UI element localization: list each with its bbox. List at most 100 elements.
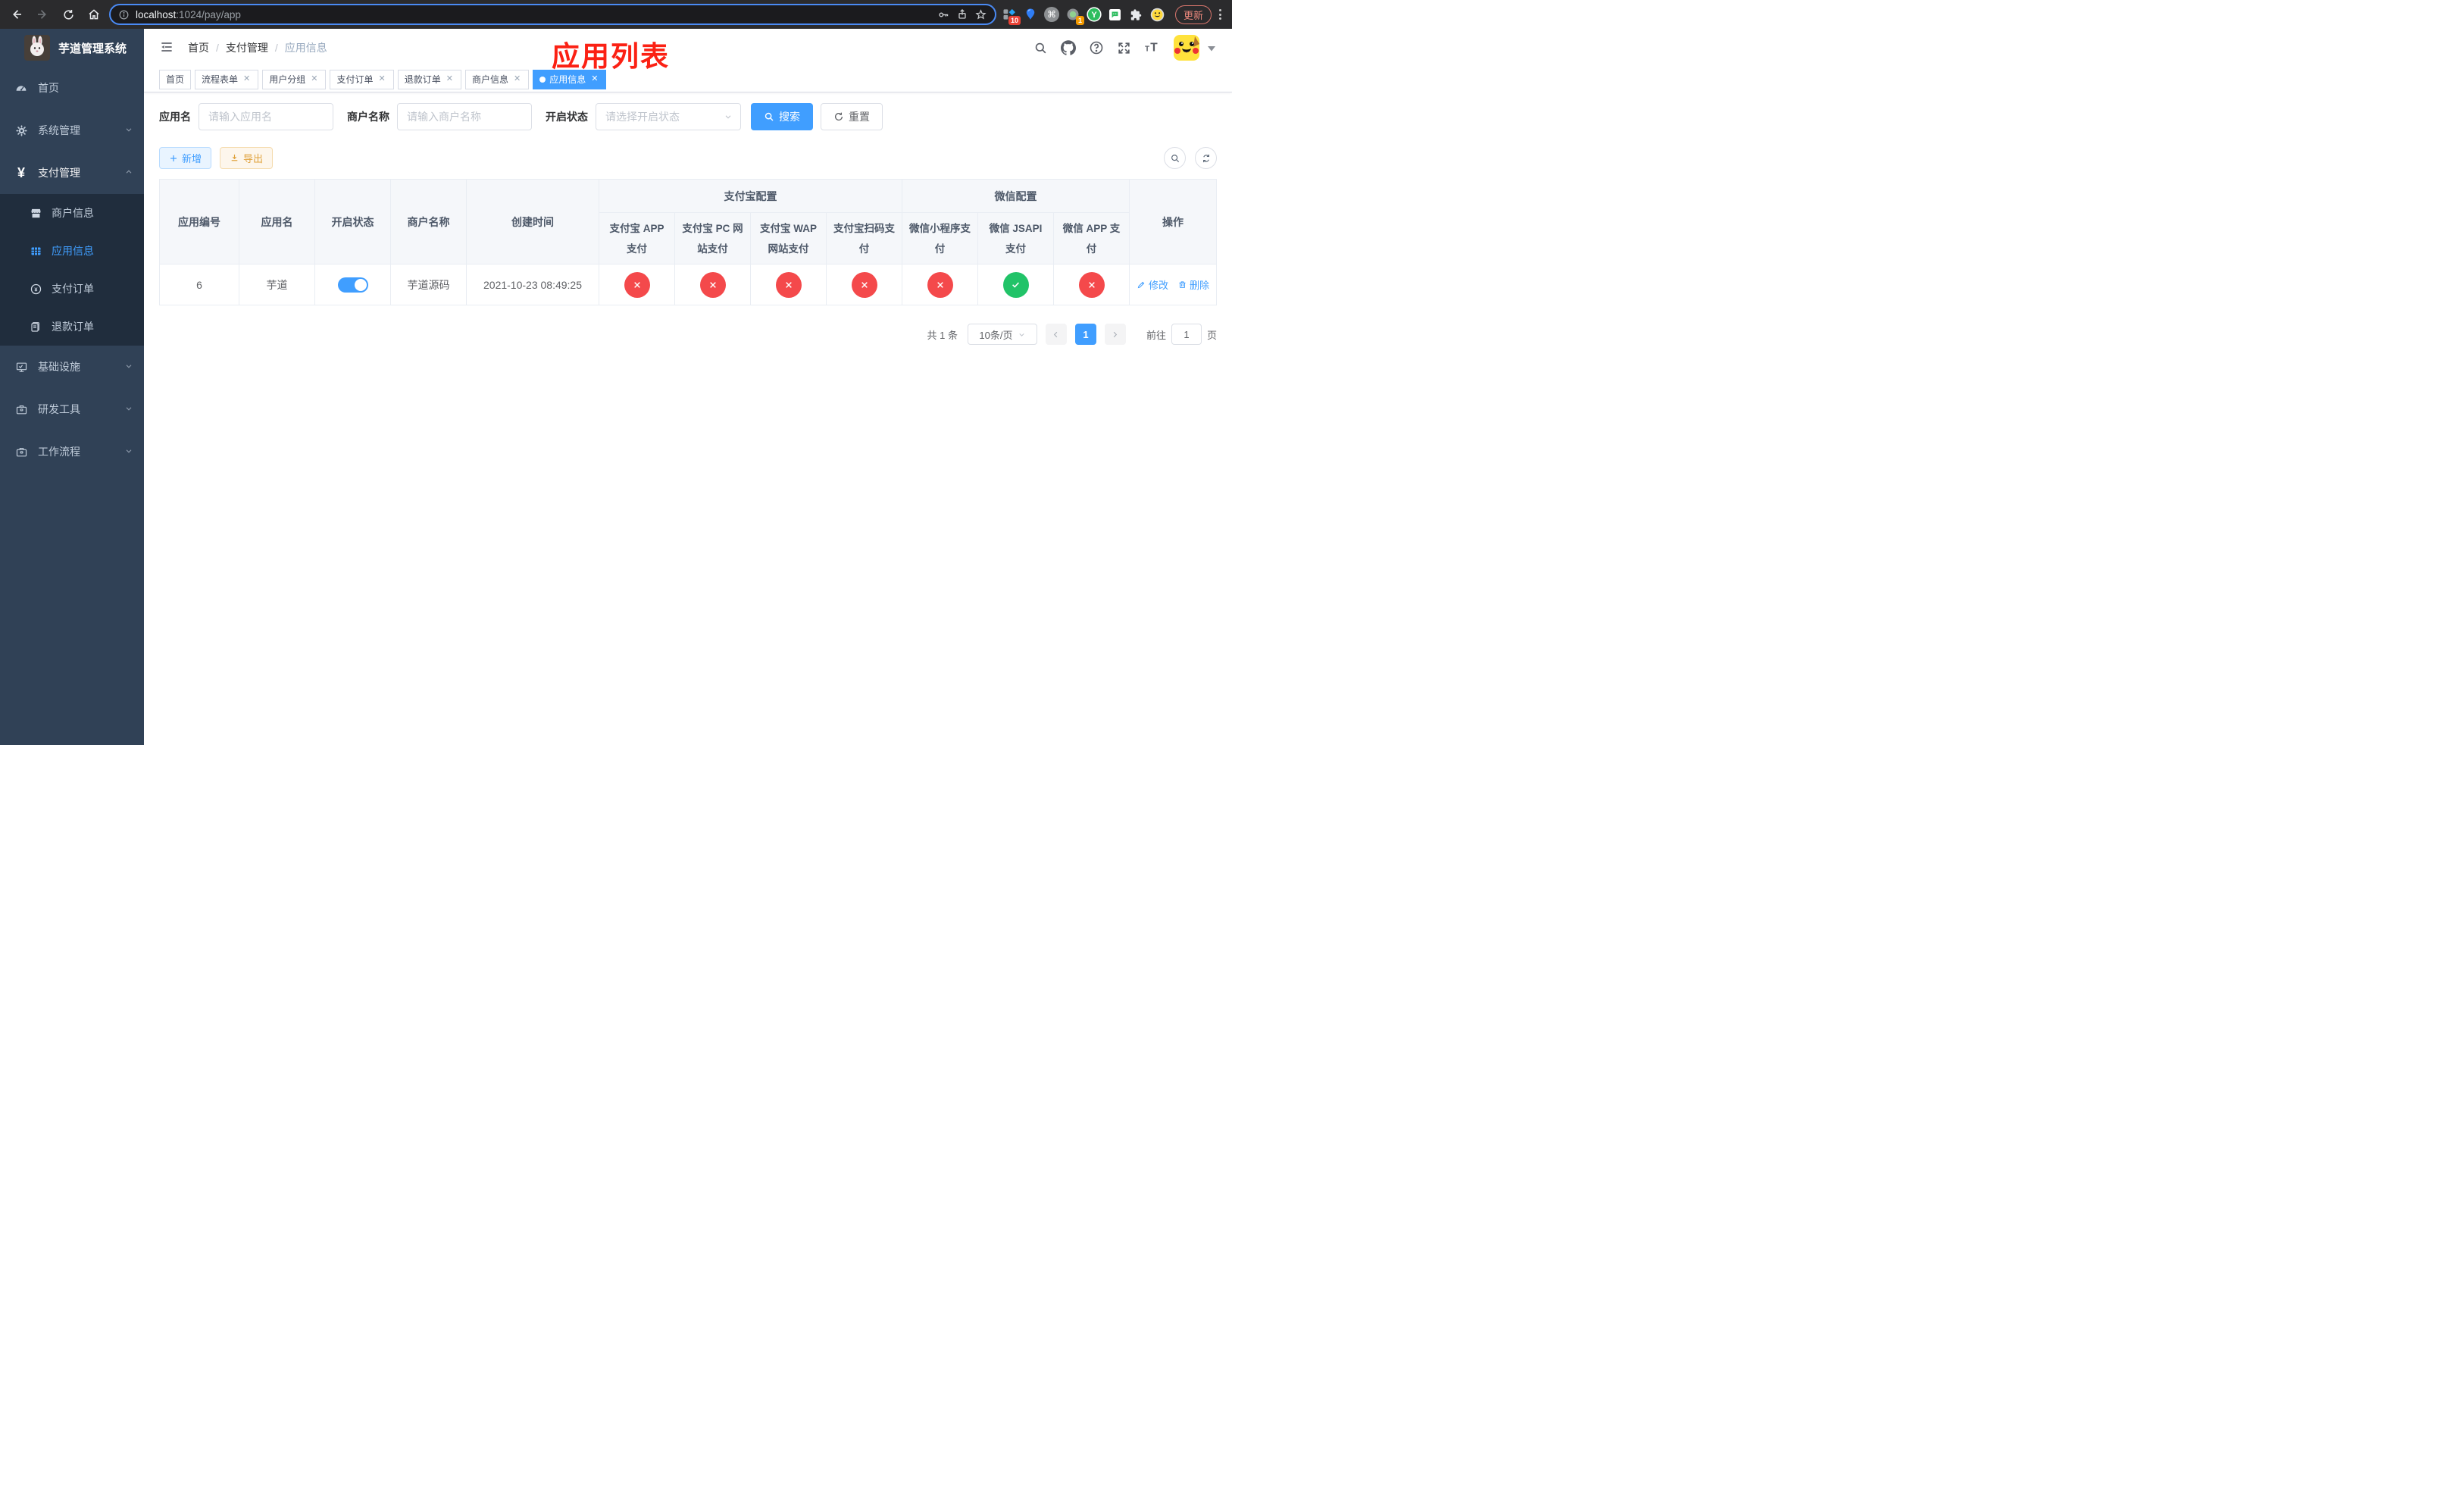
goto-page-input[interactable] <box>1171 324 1202 345</box>
app-title: 芋道管理系统 <box>58 42 127 55</box>
sidebar-item-home[interactable]: 首页 <box>0 67 144 109</box>
site-info-icon[interactable] <box>118 9 130 20</box>
cell-app-id: 6 <box>159 264 239 305</box>
browser-back-button[interactable] <box>6 4 27 25</box>
browser-forward-button[interactable] <box>32 4 53 25</box>
address-bar[interactable]: localhost:1024/pay/app <box>109 4 996 25</box>
sidebar-item-payment[interactable]: ¥ 支付管理 <box>0 152 144 194</box>
open-status-toggle[interactable] <box>337 277 368 293</box>
tag-close-icon[interactable]: ✕ <box>242 74 252 84</box>
tag-label: 支付订单 <box>336 74 374 85</box>
tag-home[interactable]: 首页 <box>159 69 192 89</box>
next-page-button[interactable] <box>1104 324 1126 345</box>
disabled-x-icon <box>699 271 726 298</box>
pagination-total: 共 1 条 <box>927 329 958 341</box>
gear-icon <box>14 124 29 137</box>
page-size-select[interactable]: 10条/页 <box>967 324 1037 345</box>
extension-sidebar-icon[interactable]: 10 <box>1001 6 1021 25</box>
browser-menu-button[interactable] <box>1216 9 1224 20</box>
tag-close-icon[interactable]: ✕ <box>309 74 319 84</box>
app-name-input[interactable] <box>199 103 333 130</box>
sidebar-item-infrastructure[interactable]: 基础设施 <box>0 346 144 388</box>
tag-process-form[interactable]: 流程表单 ✕ <box>195 69 259 89</box>
sidebar-item-dev-tools[interactable]: 研发工具 <box>0 388 144 430</box>
page-number-1[interactable]: 1 <box>1074 324 1096 345</box>
open-status-label: 开启状态 <box>546 111 588 123</box>
balloon-icon <box>1026 8 1035 20</box>
password-key-icon[interactable] <box>937 8 950 21</box>
breadcrumb-home[interactable]: 首页 <box>188 40 209 55</box>
extensions-puzzle-icon[interactable] <box>1128 6 1145 23</box>
delete-link[interactable]: 删除 <box>1177 277 1209 292</box>
profile-emoji-icon[interactable] <box>1149 6 1166 23</box>
briefcase-icon <box>14 446 29 459</box>
document-icon <box>29 321 42 333</box>
sidebar-collapse-button[interactable] <box>156 36 177 60</box>
font-size-icon[interactable]: TT <box>1144 40 1161 55</box>
reload-icon <box>63 9 73 20</box>
breadcrumb-payment[interactable]: 支付管理 <box>226 40 268 55</box>
edit-link[interactable]: 修改 <box>1137 277 1168 292</box>
back-icon <box>13 10 21 19</box>
extension-recorder-icon[interactable]: 1 <box>1065 6 1084 25</box>
browser-chrome: localhost:1024/pay/app 10 ⌘ 1 Y 更新 <box>0 0 1232 29</box>
cell-merchant-name: 芋道源码 <box>390 264 467 305</box>
sidebar-item-label: 首页 <box>38 82 59 94</box>
refresh-table-button[interactable] <box>1195 147 1217 169</box>
prev-page-button[interactable] <box>1045 324 1067 345</box>
browser-update-button[interactable]: 更新 <box>1174 5 1212 24</box>
cell-create-time: 2021-10-23 08:49:25 <box>466 264 599 305</box>
bookmark-star-icon[interactable] <box>974 8 987 21</box>
tag-payment-orders[interactable]: 支付订单 ✕ <box>330 69 394 89</box>
extension-command-icon[interactable]: ⌘ <box>1043 6 1060 23</box>
sidebar-logo[interactable]: 芋道管理系统 <box>0 29 144 67</box>
tag-user-group[interactable]: 用户分组 ✕ <box>262 69 327 89</box>
export-button[interactable]: 导出 <box>220 147 274 169</box>
extension-chat-icon[interactable] <box>1107 6 1124 23</box>
page-content: 应用名 商户名称 开启状态 请选择开启状态 搜索 重置 <box>144 92 1232 745</box>
github-icon[interactable] <box>1061 40 1076 55</box>
tag-refund-orders[interactable]: 退款订单 ✕ <box>397 69 461 89</box>
cell-alipay-app-status <box>599 264 675 305</box>
cell-alipay-pc-status <box>674 264 751 305</box>
breadcrumb-separator: / <box>216 42 219 54</box>
merchant-name-input[interactable] <box>397 103 532 130</box>
open-status-select[interactable]: 请选择开启状态 <box>596 103 741 130</box>
reset-button[interactable]: 重置 <box>821 103 883 130</box>
sidebar-item-refund-orders[interactable]: 退款订单 <box>0 308 144 346</box>
tag-close-icon[interactable]: ✕ <box>589 74 599 84</box>
tag-label: 用户分组 <box>269 74 306 85</box>
col-header-create-time: 创建时间 <box>466 179 599 265</box>
extension-badge: 10 <box>1008 16 1021 25</box>
sidebar-item-workflow[interactable]: 工作流程 <box>0 430 144 473</box>
refresh-icon <box>834 112 843 121</box>
extension-y-icon[interactable]: Y <box>1086 6 1102 23</box>
sidebar-item-payment-orders[interactable]: ¥ 支付订单 <box>0 270 144 308</box>
sidebar-item-label: 商户信息 <box>52 207 94 219</box>
page-annotation-title: 应用列表 <box>552 41 670 72</box>
tag-merchant-info[interactable]: 商户信息 ✕ <box>464 69 530 89</box>
sidebar-item-merchant-info[interactable]: 商户信息 <box>0 194 144 232</box>
dashboard-gauge-icon <box>14 81 29 95</box>
browser-reload-button[interactable] <box>58 4 79 25</box>
plus-icon <box>170 155 177 161</box>
svg-text:¥: ¥ <box>34 286 38 293</box>
sidebar-item-system[interactable]: 系统管理 <box>0 109 144 152</box>
tag-close-icon[interactable]: ✕ <box>445 74 455 84</box>
tag-close-icon[interactable]: ✕ <box>512 74 522 84</box>
hide-search-button[interactable] <box>1164 147 1186 169</box>
share-icon[interactable] <box>956 8 968 20</box>
search-button[interactable]: 搜索 <box>751 103 813 130</box>
help-icon[interactable] <box>1089 40 1104 55</box>
header-search-icon[interactable] <box>1033 41 1048 55</box>
add-button[interactable]: 新增 <box>159 147 212 169</box>
browser-home-button[interactable] <box>83 4 105 25</box>
sidebar-item-app-info[interactable]: 应用信息 <box>0 232 144 270</box>
fullscreen-icon[interactable] <box>1117 41 1131 55</box>
pagination: 共 1 条 10条/页 1 前往 页 <box>159 324 1217 345</box>
extension-balloon-icon[interactable] <box>1022 6 1039 23</box>
sidebar-menu: 首页 系统管理 ¥ 支付管理 商户信息 应用信息 ¥ 支付订单 退款订单 基础设… <box>0 67 144 745</box>
user-avatar[interactable] <box>1174 35 1199 61</box>
tag-close-icon[interactable]: ✕ <box>377 74 387 84</box>
avatar-caret-icon[interactable] <box>1208 42 1215 54</box>
